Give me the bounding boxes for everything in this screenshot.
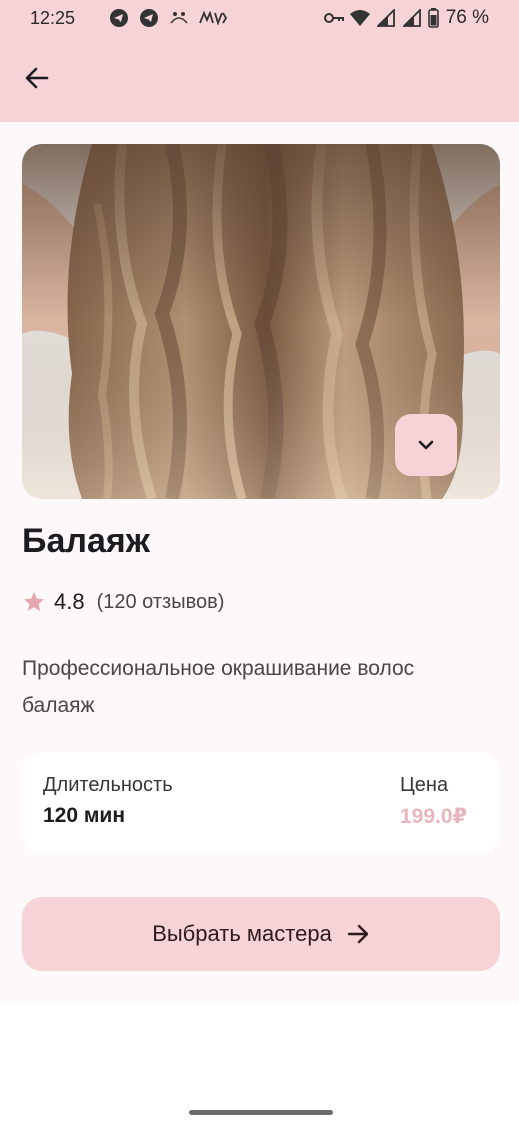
service-details: Балаяж 4.8 (120 отзывов) Профессионально…: [0, 122, 519, 1002]
choose-master-button[interactable]: Выбрать мастера: [22, 897, 500, 971]
signal-icon: [402, 8, 422, 28]
wifi-icon: [349, 8, 370, 28]
chevron-down-icon: [418, 440, 434, 450]
duration-label: Длительность: [43, 774, 173, 796]
wellness-icon: [169, 8, 189, 28]
price-label: Цена: [400, 774, 449, 796]
back-button[interactable]: [17, 58, 57, 98]
service-info-card: Длительность 120 мин Цена 199.0₽: [22, 752, 500, 854]
arrow-left-icon: [25, 67, 49, 89]
rating-value: 4.8: [54, 589, 85, 614]
home-indicator[interactable]: [189, 1110, 333, 1115]
service-title: Балаяж: [22, 522, 150, 560]
status-bar: 12:25 76 %: [0, 0, 519, 36]
key-icon: [323, 8, 344, 28]
mvideo-icon: [199, 8, 228, 28]
telegram-icon: [139, 8, 159, 28]
signal-icon: [376, 8, 396, 28]
battery-percent: 76 %: [445, 7, 489, 28]
star-icon: [24, 592, 44, 611]
status-time: 12:25: [30, 7, 76, 28]
choose-master-label: Выбрать мастера: [152, 921, 332, 946]
arrow-right-icon: [347, 924, 369, 944]
status-notification-icons: [109, 8, 228, 28]
status-system-icons: 76 %: [323, 7, 489, 29]
battery-icon: [428, 8, 440, 28]
app-bar: [0, 36, 519, 122]
price-value: 199.0₽: [400, 805, 468, 828]
reviews-count[interactable]: (120 отзывов): [97, 591, 225, 614]
service-description: Профессиональное окрашивание волос балая…: [22, 657, 415, 717]
expand-image-button[interactable]: [395, 414, 457, 476]
telegram-icon: [109, 8, 129, 28]
rating: 4.8 (120 отзывов): [22, 589, 224, 615]
duration-value: 120 мин: [43, 804, 126, 827]
